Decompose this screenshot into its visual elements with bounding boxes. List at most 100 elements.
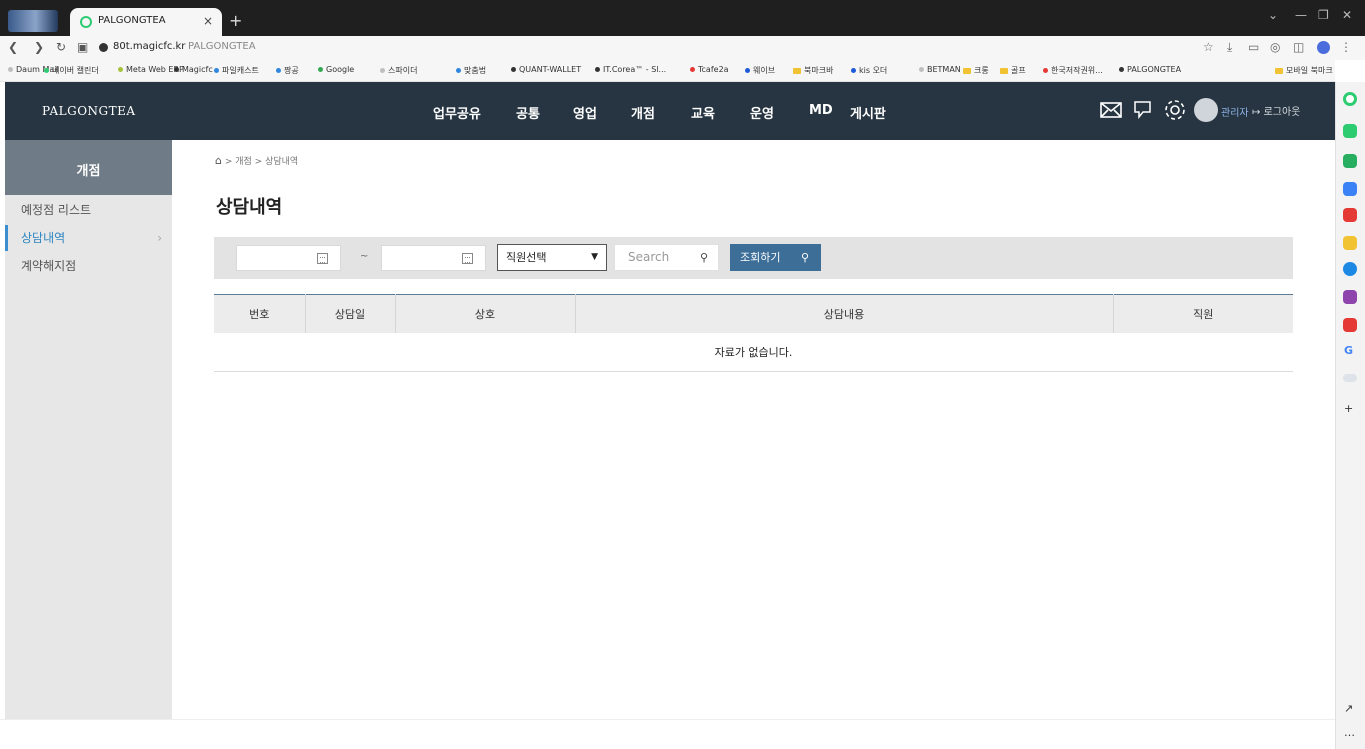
user-name[interactable]: 관리자 [1221,104,1249,119]
open-external-icon[interactable]: ↗ [1344,702,1353,715]
browser-tab[interactable]: PALGONGTEA × [70,8,222,36]
nav-common[interactable]: 공통 [516,103,540,122]
nav-board[interactable]: 게시판 [850,103,886,122]
sidebar-header: 개점 [5,140,172,195]
bookmark-label: kis 오더 [859,66,888,75]
page-title: 상담내역 [216,197,283,218]
calendar-icon[interactable] [317,253,328,264]
bookmark-item[interactable]: QUANT-WALLET [511,65,581,74]
date-range-separator: ~ [360,251,369,262]
nav-operation[interactable]: 운영 [750,103,774,122]
nav-md[interactable]: MD [809,103,833,118]
extension-d-icon[interactable] [1343,290,1357,304]
close-tab-icon[interactable]: × [203,14,213,28]
extension-pocket-icon[interactable] [1343,208,1357,222]
bookmark-item[interactable]: 짱공 [276,65,299,76]
date-to-input[interactable] [381,245,486,271]
mobile-bookmarks[interactable]: 모바일 북마크 [1275,65,1333,76]
minimize-icon[interactable]: — [1295,8,1307,22]
sidebar-item-planned-stores[interactable]: 예정점 리스트 [5,197,172,223]
extension-circle-icon[interactable] [1343,92,1357,106]
add-extension-icon[interactable]: + [1344,402,1353,415]
bookmark-item[interactable]: PALGONGTEA [1119,65,1181,74]
breadcrumb-path: > 개점 > 상담내역 [224,157,299,167]
chat-icon[interactable] [1129,97,1155,123]
bookmark-item[interactable]: IT.Corea™ - Sl... [595,65,666,74]
bookmark-item[interactable]: 북마크바 [793,65,833,76]
logout-link[interactable]: ↦ 로그아웃 [1252,103,1300,118]
edge-icon[interactable] [1343,262,1357,276]
extension-star-icon[interactable] [1343,236,1357,250]
google-icon[interactable]: G [1344,344,1353,357]
site-logo[interactable]: PALGONGTEA [42,104,136,118]
bookmark-item[interactable]: 골프 [1000,65,1026,76]
youtube-icon[interactable] [1343,318,1357,332]
new-tab-button[interactable]: + [229,11,242,30]
profile-avatar-icon[interactable] [1317,41,1330,54]
reload-icon[interactable]: ↻ [56,40,66,54]
mail-icon[interactable] [1098,97,1124,123]
screenshot-icon[interactable]: ◎ [1270,40,1280,54]
extension-briefcase-icon[interactable] [1343,182,1357,196]
cast-icon[interactable]: ▭ [1248,40,1259,54]
nav-work-share[interactable]: 업무공유 [433,103,481,122]
sidebar-item-label: 계약해지점 [21,259,77,273]
staff-select[interactable]: 직원선택 ▼ [497,244,607,271]
bookmark-item[interactable]: 스파이더 [380,65,417,76]
reader-icon[interactable]: ▣ [77,40,88,54]
nav-store-opening[interactable]: 개점 [631,103,655,122]
date-from-input[interactable] [236,245,341,271]
bookmark-item[interactable]: 파일캐스트 [214,65,259,76]
split-view-icon[interactable]: ◫ [1293,40,1304,54]
bookmark-item[interactable]: 웨이브 [745,65,775,76]
bookmark-item[interactable]: kis 오더 [851,65,887,76]
home-icon[interactable]: ⌂ [215,154,222,167]
back-icon[interactable]: ❮ [8,40,18,54]
user-avatar[interactable] [1194,98,1218,122]
bookmark-favicon-icon [1119,67,1124,72]
nav-education[interactable]: 교육 [691,103,715,122]
browser-profile-thumbnail[interactable] [8,10,58,32]
bookmark-item[interactable]: 크롱 [963,65,989,76]
search-button[interactable]: 조회하기 ⚲ [730,244,821,271]
nav-sales[interactable]: 영업 [573,103,597,122]
empty-message: 자료가 없습니다. [214,332,1293,372]
bookmark-item[interactable]: 맞춤법 [456,65,486,76]
sidebar-item-terminated-stores[interactable]: 계약해지점 [5,253,172,279]
bookmark-favicon-icon [595,67,600,72]
bookmark-favicon-icon [919,67,924,72]
bookmark-label: 파일캐스트 [222,66,259,75]
chevron-right-icon: › [157,231,162,245]
address-url[interactable]: 80t.magicfc.kr [113,41,185,52]
site-header: PALGONGTEA 업무공유 공통 영업 개점 교육 운영 MD 게시판 관리… [5,82,1335,140]
tab-search-icon[interactable]: ⌄ [1268,8,1278,22]
forward-icon[interactable]: ❯ [34,40,44,54]
calendar-icon[interactable] [462,253,473,264]
search-input[interactable]: Search ⚲ [614,244,719,271]
menu-icon[interactable]: ⋮ [1340,40,1352,54]
bookmark-favicon-icon [456,68,461,73]
folder-icon [1000,67,1008,74]
bookmark-label: 골프 [1011,66,1026,75]
bookmark-item[interactable]: Magicfc [174,65,213,74]
bookmark-label: Tcafe2a [698,65,729,74]
gear-icon[interactable] [1162,97,1188,123]
extension-green-icon[interactable] [1343,124,1357,138]
window-close-icon[interactable]: ✕ [1342,8,1352,22]
extension-bell-icon[interactable] [1343,154,1357,168]
download-icon[interactable]: ⤓ [1227,40,1232,55]
bookmark-item[interactable]: Tcafe2a [690,65,729,74]
bookmark-item[interactable]: 네이버 캘린더 [44,65,99,76]
browser-tab-strip: PALGONGTEA × + ⌄ — ❐ ✕ [0,0,1365,36]
site-info-icon[interactable] [99,43,108,52]
extension-calendar-icon[interactable] [1343,374,1357,382]
bookmark-item[interactable]: BETMAN [919,65,961,74]
sidebar-item-consultations[interactable]: 상담내역 › [5,225,172,251]
bookmark-item[interactable]: 한국저작권위... [1043,65,1103,76]
search-icon[interactable]: ⚲ [700,245,708,270]
more-icon[interactable]: … [1344,726,1355,739]
bookmark-item[interactable]: Google [318,65,354,74]
bookmark-favicon-icon [276,68,281,73]
restore-icon[interactable]: ❐ [1318,8,1329,22]
favorite-star-icon[interactable]: ☆ [1203,40,1214,54]
